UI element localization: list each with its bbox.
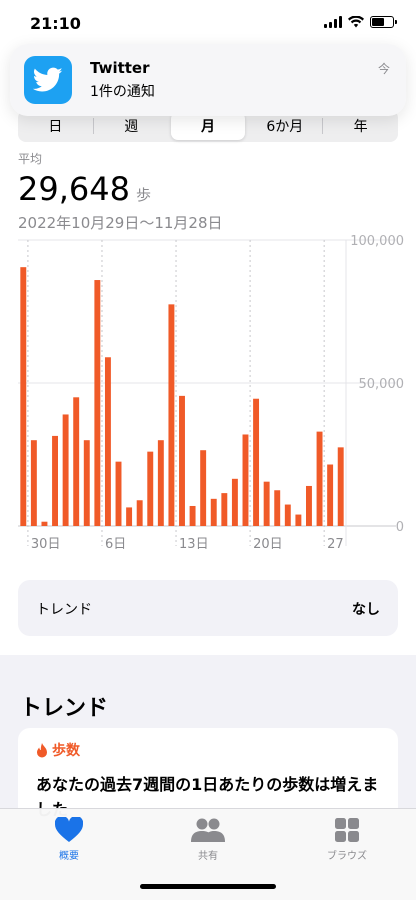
chart-bar [189, 505, 196, 526]
tab-summary[interactable]: 概要 [14, 817, 124, 862]
average-number: 29,648 [18, 170, 130, 208]
notification-time: 今 [377, 62, 390, 76]
status-time: 21:10 [30, 14, 81, 33]
chart-y-tick-label: 50,000 [359, 377, 405, 392]
status-icons [324, 16, 397, 28]
average-label: 平均 [18, 152, 43, 166]
chart-bar [147, 451, 154, 526]
chart-bar [327, 464, 334, 526]
battery-icon [370, 16, 397, 28]
chart-bar [263, 481, 270, 526]
chart-bar [210, 498, 217, 526]
chart-bar [30, 440, 37, 526]
trends-section-title: トレンド [20, 696, 109, 721]
chart-y-tick-label: 0 [396, 520, 404, 535]
people-icon [191, 818, 225, 842]
chart-bar [231, 478, 238, 526]
tab-summary-label: 概要 [59, 851, 79, 862]
chart-bar [20, 267, 27, 526]
chart-bar [41, 521, 48, 526]
notification-banner[interactable]: Twitter 1件の通知 今 [10, 44, 406, 116]
tab-sharing-label: 共有 [198, 851, 218, 862]
chart-y-tick-label: 100,000 [350, 234, 404, 249]
trend-card-value: なし [352, 602, 380, 618]
chart-bar [306, 485, 312, 526]
trend-highlight-category-label: 歩数 [52, 743, 80, 759]
tab-browse[interactable]: ブラウズ [292, 817, 402, 862]
notification-message: 1件の通知 [90, 84, 155, 100]
chart-bar [295, 514, 302, 526]
chart-bar [62, 414, 69, 526]
twitter-icon [24, 56, 72, 104]
chart-x-tick-label: 20日 [253, 537, 283, 552]
segment-month[interactable]: 月 [170, 112, 246, 140]
chart-bar [179, 395, 185, 526]
tab-sharing[interactable]: 共有 [153, 817, 263, 862]
chart-bar [115, 461, 122, 526]
chart-bar [73, 397, 80, 526]
average-unit: 歩 [135, 186, 151, 204]
chart-bar [200, 450, 207, 526]
wifi-icon [348, 16, 364, 28]
chart-bar [104, 357, 111, 526]
steps-bar-chart[interactable]: 100,000 50,000 0 30日 6日 13日 20日 27 [0, 226, 416, 556]
chart-bar [337, 447, 344, 526]
chart-bar [242, 434, 249, 526]
chart-bar [94, 280, 101, 526]
tab-browse-label: ブラウズ [327, 851, 367, 862]
chart-x-tick-label: 30日 [31, 537, 61, 552]
chart-bar [316, 431, 323, 526]
chart-x-tick-label: 6日 [105, 537, 126, 552]
notification-app-name: Twitter [90, 59, 150, 77]
chart-bar [157, 440, 164, 526]
trend-card[interactable]: トレンド なし [18, 580, 398, 636]
chart-bar [284, 504, 291, 526]
chart-x-tick-label: 27 [327, 537, 344, 552]
status-bar: 21:10 [0, 0, 416, 46]
chart-bar [274, 490, 281, 526]
chart-bar [52, 435, 58, 526]
cellular-signal-icon [324, 16, 342, 28]
flame-icon [37, 742, 47, 757]
chart-bar [126, 507, 133, 526]
chart-bar [83, 440, 90, 526]
average-value: 29,648 歩 [18, 170, 151, 208]
grid-icon [335, 818, 359, 842]
chart-bar [253, 398, 260, 526]
chart-x-tick-label: 13日 [179, 537, 209, 552]
chart-bar [136, 500, 143, 526]
trend-highlight-category: 歩数 [36, 740, 80, 760]
heart-icon [55, 817, 83, 842]
trend-card-label: トレンド [36, 602, 92, 618]
chart-bar [221, 493, 228, 526]
home-indicator [140, 884, 276, 889]
chart-bar [168, 304, 175, 526]
